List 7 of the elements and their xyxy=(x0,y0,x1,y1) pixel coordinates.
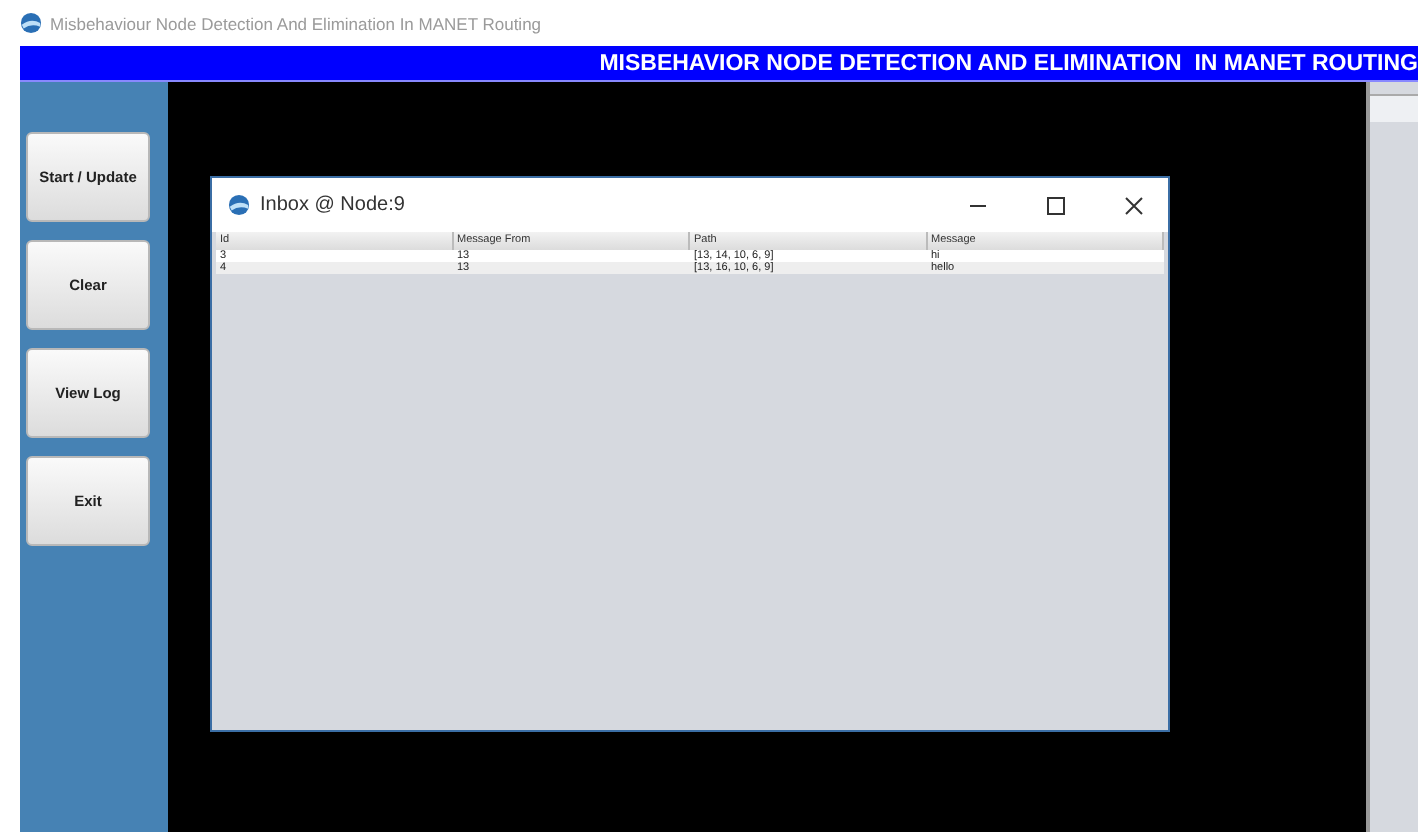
globe-icon xyxy=(20,12,42,34)
window-title: Inbox @ Node:9 xyxy=(260,194,407,216)
maximize-icon xyxy=(1046,195,1066,215)
app-title: Misbehaviour Node Detection And Elimination In MANET Routing xyxy=(50,13,542,33)
globe-icon xyxy=(228,194,250,216)
header-banner: MISBEHAVIOR NODE DETECTION AND ELIMINATION IN MANET ROUTING xyxy=(20,46,1418,82)
close-icon xyxy=(1124,195,1144,215)
